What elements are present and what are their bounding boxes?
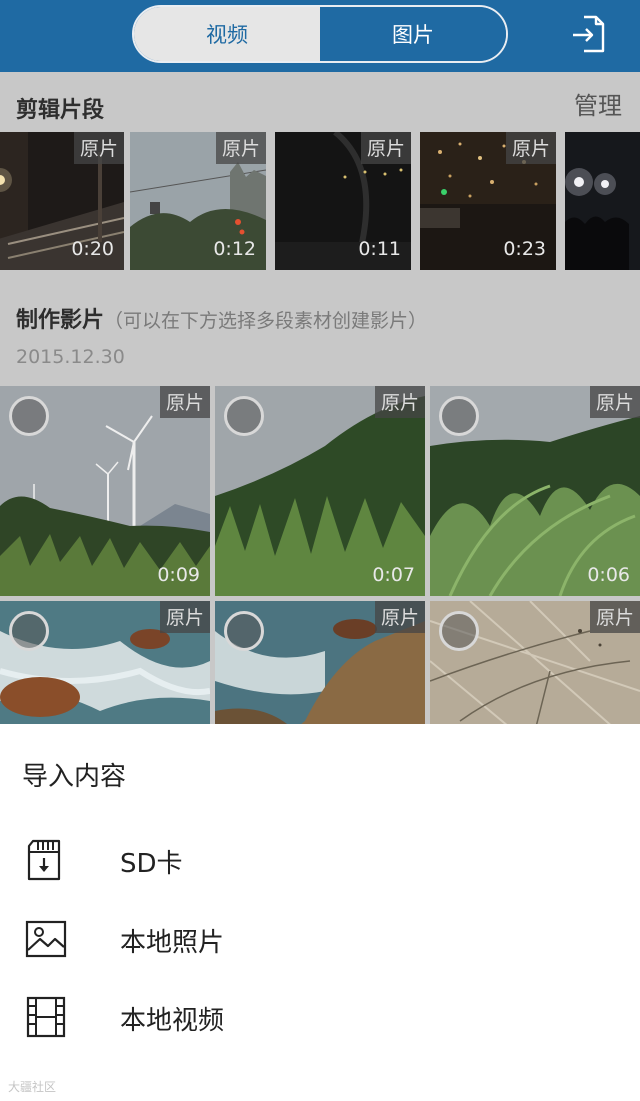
media-tile[interactable]: 原片 bbox=[215, 601, 425, 724]
original-badge: 原片 bbox=[589, 601, 640, 633]
tile-duration: 0:07 bbox=[372, 564, 415, 586]
import-bottom-sheet: 导入内容 SD卡 本地照片 本地视频 bbox=[0, 724, 640, 1101]
import-option-label: 本地照片 bbox=[120, 928, 225, 958]
original-badge: 原片 bbox=[505, 132, 556, 164]
make-film-title: 制作影片（可以在下方选择多段素材创建影片） bbox=[16, 302, 427, 334]
select-circle[interactable] bbox=[9, 611, 49, 651]
clip-thumbnail-image bbox=[565, 132, 640, 270]
manage-button[interactable]: 管理 bbox=[574, 86, 622, 121]
select-circle[interactable] bbox=[224, 611, 264, 651]
clip-duration: 0:23 bbox=[503, 238, 546, 260]
photo-icon bbox=[25, 920, 67, 958]
select-circle[interactable] bbox=[224, 396, 264, 436]
export-icon[interactable] bbox=[570, 14, 606, 54]
media-type-segmented-control: 视频 图片 bbox=[132, 5, 508, 63]
clips-section-title: 剪辑片段 bbox=[16, 98, 105, 123]
original-badge: 原片 bbox=[374, 386, 425, 418]
media-tile[interactable]: 原片 0:09 bbox=[0, 386, 210, 596]
make-film-title-text: 制作影片 bbox=[16, 308, 105, 333]
tile-duration: 0:09 bbox=[157, 564, 200, 586]
clip-thumbnail[interactable]: 原片 0:12 bbox=[130, 132, 266, 270]
media-tile[interactable]: 原片 bbox=[430, 601, 640, 724]
clip-thumbnail[interactable] bbox=[565, 132, 640, 270]
import-option-local-photos[interactable]: 本地照片 bbox=[0, 904, 640, 974]
import-option-label: 本地视频 bbox=[120, 1006, 225, 1036]
tile-duration: 0:06 bbox=[587, 564, 630, 586]
select-circle[interactable] bbox=[439, 611, 479, 651]
clip-thumbnail[interactable]: 原片 0:11 bbox=[275, 132, 411, 270]
clip-duration: 0:11 bbox=[358, 238, 401, 260]
import-option-sd-card[interactable]: SD卡 bbox=[0, 825, 640, 895]
media-tile[interactable]: 原片 bbox=[0, 601, 210, 724]
select-circle[interactable] bbox=[439, 396, 479, 436]
clip-duration: 0:20 bbox=[71, 238, 114, 260]
select-circle[interactable] bbox=[9, 396, 49, 436]
import-option-local-videos[interactable]: 本地视频 bbox=[0, 982, 640, 1052]
original-badge: 原片 bbox=[159, 386, 210, 418]
clip-thumbnail[interactable]: 原片 0:23 bbox=[420, 132, 556, 270]
original-badge: 原片 bbox=[360, 132, 411, 164]
media-tile[interactable]: 原片 0:06 bbox=[430, 386, 640, 596]
clip-thumbnail[interactable]: 原片 0:20 bbox=[0, 132, 124, 270]
watermark: 大疆社区 bbox=[8, 1080, 57, 1094]
date-header: 2015.12.30 bbox=[16, 346, 125, 368]
import-option-label: SD卡 bbox=[120, 849, 183, 879]
film-icon bbox=[26, 996, 66, 1038]
tab-photo[interactable]: 图片 bbox=[320, 7, 506, 61]
original-badge: 原片 bbox=[215, 132, 266, 164]
library-content: 剪辑片段 管理 原片 0:20 原片 0:12 原片 0:11 原片 0:23 … bbox=[0, 72, 640, 724]
media-tile[interactable]: 原片 0:07 bbox=[215, 386, 425, 596]
top-bar: 视频 图片 bbox=[0, 0, 640, 72]
clip-duration: 0:12 bbox=[213, 238, 256, 260]
sd-card-icon bbox=[27, 839, 61, 881]
import-sheet-title: 导入内容 bbox=[22, 762, 127, 792]
original-badge: 原片 bbox=[73, 132, 124, 164]
original-badge: 原片 bbox=[374, 601, 425, 633]
original-badge: 原片 bbox=[589, 386, 640, 418]
make-film-hint: （可以在下方选择多段素材创建影片） bbox=[104, 310, 428, 332]
original-badge: 原片 bbox=[159, 601, 210, 633]
tab-video[interactable]: 视频 bbox=[134, 7, 320, 61]
